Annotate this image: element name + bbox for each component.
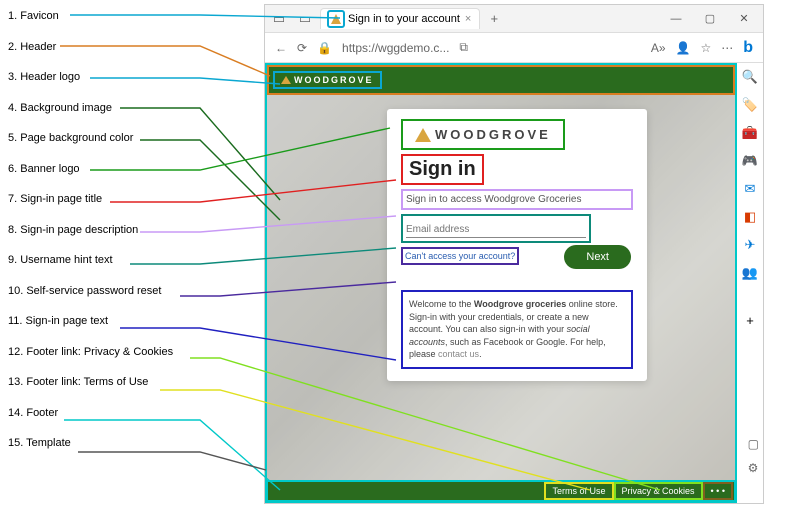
favicon-icon — [329, 12, 343, 26]
search-icon[interactable]: 🔍 — [742, 69, 758, 85]
address-bar: ← ⟳ 🔒 https://wggdemo.c... ⧉ A» 👤 ☆ ⋯ b — [265, 33, 763, 63]
banner-logo: WOODGROVE — [403, 121, 563, 148]
footer-more-button[interactable]: • • • — [705, 484, 731, 498]
signin-page-description: Sign in to access Woodgrove Groceries — [403, 191, 631, 208]
legend-6: 6. Banner logo — [8, 161, 173, 178]
menu-icon[interactable]: ⋯ — [721, 41, 733, 55]
browser-tab[interactable]: Sign in to your account × — [320, 8, 480, 29]
close-button[interactable]: ✕ — [727, 6, 761, 32]
signin-card: WOODGROVE Sign in Sign in to access Wood… — [387, 109, 647, 381]
office-icon[interactable]: ◧ — [744, 209, 756, 225]
edge-sidebar: 🔍 🏷️ 🧰 🎮 ✉ ◧ ✈ 👥 + — [737, 63, 763, 328]
legend-3: 3. Header logo — [8, 69, 173, 86]
refresh-button[interactable]: ⟳ — [297, 41, 307, 55]
back-button[interactable]: ← — [275, 41, 287, 55]
banner-logo-text: WOODGROVE — [435, 127, 551, 142]
minimize-button[interactable]: — — [659, 6, 693, 32]
legend-4: 4. Background image — [8, 100, 173, 117]
games-icon[interactable]: 🎮 — [742, 153, 758, 169]
url-text[interactable]: https://wggdemo.c... — [342, 41, 449, 55]
legend-10: 10. Self-service password reset — [8, 283, 173, 300]
legend-9: 9. Username hint text — [8, 252, 173, 269]
next-button[interactable]: Next — [564, 245, 631, 269]
contact-us-link[interactable]: contact us — [438, 349, 479, 359]
signin-page-text: Welcome to the Woodgrove groceries onlin… — [403, 292, 631, 367]
tab-title: Sign in to your account — [348, 13, 460, 25]
legend-11: 11. Sign-in page text — [8, 313, 173, 330]
user-icon[interactable]: 👤 — [676, 41, 691, 55]
page-header: WOODGROVE — [267, 65, 735, 95]
teams-icon[interactable]: 👥 — [742, 265, 758, 281]
legend-1: 1. Favicon — [8, 8, 173, 25]
username-field-wrap — [403, 216, 589, 241]
header-logo: WOODGROVE — [275, 73, 380, 87]
page-footer: Terms of Use Privacy & Cookies • • • — [267, 481, 735, 501]
forgot-password-link[interactable]: Can't access your account? — [403, 249, 517, 263]
send-icon[interactable]: ✈ — [745, 237, 756, 253]
tools-icon[interactable]: 🧰 — [742, 125, 758, 141]
read-aloud-icon[interactable]: A» — [651, 41, 666, 55]
shopping-icon[interactable]: 🏷️ — [742, 97, 758, 113]
legend-13: 13. Footer link: Terms of Use — [8, 374, 173, 391]
browser-window: ▭ ▭ Sign in to your account × + — ▢ ✕ ← … — [264, 4, 764, 504]
signin-page-title: Sign in — [403, 156, 482, 183]
banner-logo-icon — [415, 128, 431, 142]
legend-15: 15. Template — [8, 435, 173, 452]
tab-list-icon[interactable]: ▭ — [293, 7, 317, 31]
copy-icon[interactable]: ⧉ — [459, 40, 468, 55]
legend-7: 7. Sign-in page title — [8, 191, 173, 208]
bing-icon[interactable]: b — [743, 39, 753, 57]
titlebar: ▭ ▭ Sign in to your account × + — ▢ ✕ — [265, 5, 763, 33]
footer-terms-link[interactable]: Terms of Use — [546, 484, 611, 498]
legend-8: 8. Sign-in page description — [8, 222, 173, 239]
legend-12: 12. Footer link: Privacy & Cookies — [8, 344, 173, 361]
favorite-icon[interactable]: ☆ — [700, 41, 711, 55]
add-sidebar-icon[interactable]: + — [746, 313, 754, 328]
legend-5: 5. Page background color — [8, 130, 173, 147]
settings-icon[interactable]: ⚙ — [748, 461, 759, 475]
footer-privacy-link[interactable]: Privacy & Cookies — [616, 484, 701, 498]
new-tab-button[interactable]: + — [482, 7, 506, 31]
legend-14: 14. Footer — [8, 405, 173, 422]
page-template: WOODGROVE WOODGROVE Sign in Sign in to a… — [265, 63, 737, 503]
maximize-button[interactable]: ▢ — [693, 6, 727, 32]
lock-icon: 🔒 — [317, 41, 332, 55]
sidebar-toggle-icon[interactable]: ▢ — [748, 437, 759, 451]
outlook-icon[interactable]: ✉ — [745, 181, 756, 197]
legend-panel: 1. Favicon 2. Header 3. Header logo 4. B… — [8, 8, 173, 466]
header-logo-icon — [281, 76, 291, 84]
tab-close-icon[interactable]: × — [465, 13, 471, 25]
tab-actions-icon[interactable]: ▭ — [267, 7, 291, 31]
email-input[interactable] — [406, 222, 586, 238]
legend-2: 2. Header — [8, 39, 173, 56]
header-logo-text: WOODGROVE — [294, 75, 374, 85]
